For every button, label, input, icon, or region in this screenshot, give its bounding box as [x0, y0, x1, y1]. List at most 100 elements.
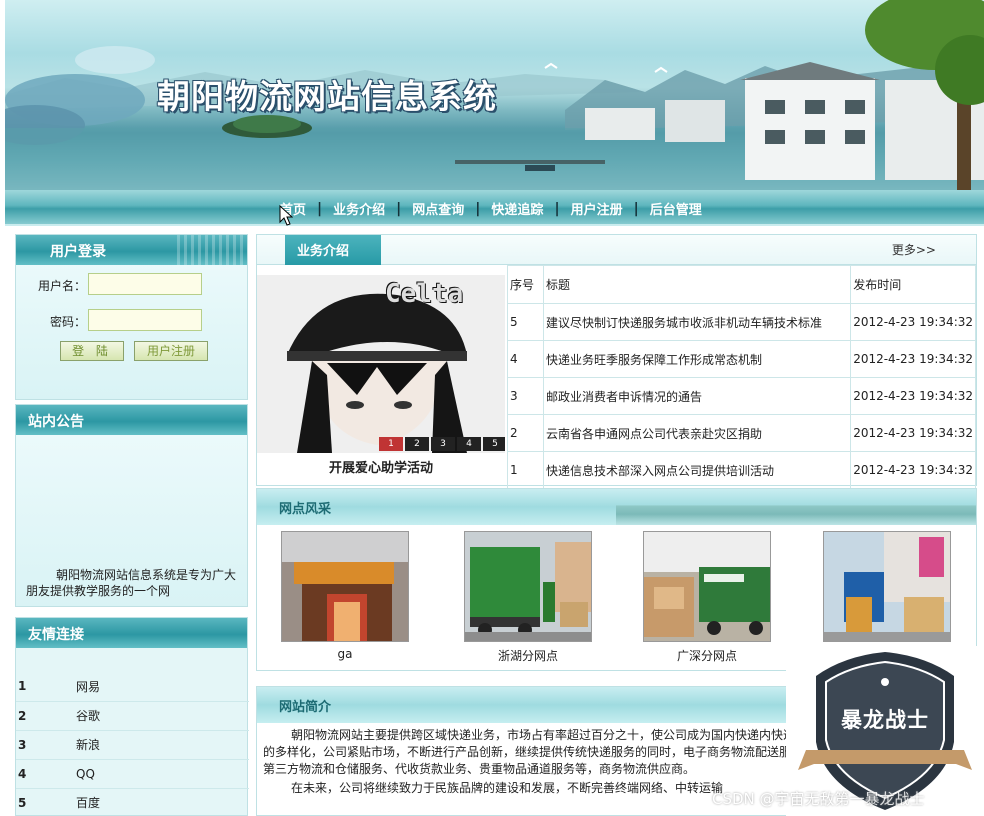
link-number: 1 — [16, 672, 76, 702]
table-header-row: 序号 标题 发布时间 — [507, 265, 976, 304]
slideshow-page-button[interactable]: 2 — [405, 437, 429, 451]
nav-separator: | — [396, 200, 402, 217]
list-item: 2 谷歌 — [16, 701, 249, 731]
link-number: 4 — [16, 759, 76, 789]
friend-link[interactable]: 谷歌 — [76, 709, 100, 723]
watermark-text: CSDN @宇宙无敌第一暴龙战士 — [712, 790, 925, 808]
nav-separator: | — [475, 200, 481, 217]
header-decoration — [616, 489, 976, 525]
table-row: 3 邮政业消费者申诉情况的通告 2012-4-23 19:34:32 — [507, 377, 976, 415]
branch-name[interactable]: 浙湖分网点 — [464, 647, 592, 664]
branch-name[interactable]: ga — [281, 647, 409, 661]
news-title-link[interactable]: 邮政业消费者申诉情况的通告 — [542, 377, 852, 415]
intro-paragraph: 朝阳物流网站主要提供跨区域快递业务，市场占有率超过百分之十，使公司成为国内快递内… — [263, 728, 820, 776]
friend-link[interactable]: QQ — [76, 767, 95, 781]
list-item: 5 百度 — [16, 788, 249, 816]
slideshow-page-button[interactable]: 1 — [379, 437, 403, 451]
row-number: 4 — [507, 340, 544, 378]
row-date: 2012-4-23 19:34:32 — [850, 377, 976, 415]
friend-links-title: 友情连接 — [28, 627, 84, 643]
slideshow-caption[interactable]: 开展爱心助学活动 — [257, 457, 505, 476]
site-banner: 朝阳物流网站信息系统 — [5, 0, 984, 190]
friend-link[interactable]: 百度 — [76, 796, 100, 810]
nav-admin[interactable]: 后台管理 — [643, 199, 709, 218]
news-title-link[interactable]: 云南省各申通网点公司代表亲赴灾区捐助 — [542, 414, 852, 452]
news-title-link[interactable]: 快递信息技术部深入网点公司提供培训活动 — [542, 451, 852, 489]
slideshow-page-button[interactable]: 4 — [457, 437, 481, 451]
branch-card[interactable]: ga — [281, 531, 409, 661]
slideshow-pager: 1 2 3 4 5 — [377, 437, 505, 451]
branch-photo[interactable] — [464, 531, 592, 642]
link-number: 2 — [16, 701, 76, 731]
notice-box-header: 站内公告 — [16, 405, 247, 435]
row-date: 2012-4-23 19:34:32 — [850, 414, 976, 452]
link-number: 5 — [16, 788, 76, 816]
branch-photo[interactable] — [281, 531, 409, 642]
branch-photo-illustration — [644, 532, 770, 641]
news-title-link[interactable]: 建议尽快制订快递服务城市收派非机动车辆技术标准 — [542, 303, 852, 341]
branch-card[interactable]: 浙湖分网点 — [464, 531, 592, 664]
notice-box-title: 站内公告 — [28, 414, 84, 430]
branch-card[interactable]: 广深分网点 — [643, 531, 771, 664]
row-date: 2012-4-23 19:34:32 — [850, 451, 976, 489]
login-box-header: 用户登录 — [16, 235, 247, 265]
branch-photo[interactable] — [823, 531, 951, 642]
column-header: 标题 — [542, 265, 852, 304]
slideshow-image[interactable]: Celta 1 2 3 4 5 — [257, 275, 505, 453]
username-row: 用户名： — [16, 273, 249, 297]
list-item: 1 网易 — [16, 672, 249, 702]
nav-tracking[interactable]: 快递追踪 — [484, 199, 550, 218]
notice-text: 朝阳物流网站信息系统是专为广大朋友提供教学服务的一个网 — [26, 568, 237, 598]
table-row: 4 快递业务旺季服务保障工作形成常态机制 2012-4-23 19:34:32 — [507, 340, 976, 378]
friend-links-header: 友情连接 — [16, 618, 247, 648]
password-label: 密码： — [49, 315, 86, 329]
list-item: 4 QQ — [16, 759, 249, 789]
login-box: 用户登录 用户名： 密码： 登 陆 用户注册 — [15, 234, 248, 400]
register-button[interactable]: 用户注册 — [134, 341, 208, 361]
mouse-cursor-icon — [279, 205, 293, 226]
table-row: 1 快递信息技术部深入网点公司提供培训活动 2012-4-23 19:34:32 — [507, 451, 976, 489]
row-number: 1 — [507, 451, 544, 489]
row-number: 3 — [507, 377, 544, 415]
nav-separator: | — [317, 200, 323, 217]
branch-photo-illustration — [824, 532, 950, 641]
row-date: 2012-4-23 19:34:32 — [850, 340, 976, 378]
slideshow-illustration — [257, 275, 505, 453]
notice-box: 站内公告 朝阳物流网站信息系统是专为广大朋友提供教学服务的一个网 — [15, 404, 248, 607]
watermark-badge-text: 暴龙战士 — [841, 708, 929, 732]
username-label: 用户名： — [37, 279, 86, 293]
intro-text: 朝阳物流网站主要提供跨区域快递业务，市场占有率超过百分之十，使公司成为国内快递内… — [263, 727, 823, 797]
header-decoration — [177, 235, 247, 265]
password-input[interactable] — [88, 309, 202, 331]
nav-register[interactable]: 用户注册 — [564, 199, 630, 218]
branch-name[interactable]: 广深分网点 — [643, 647, 771, 664]
username-input[interactable] — [88, 273, 202, 295]
login-button[interactable]: 登 陆 — [60, 341, 124, 361]
slideshow-page-button[interactable]: 3 — [431, 437, 455, 451]
nav-branch-query[interactable]: 网点查询 — [405, 199, 471, 218]
main-nav: 首页 | 业务介绍 | 网点查询 | 快递追踪 | 用户注册 | 后台管理 — [5, 190, 984, 226]
news-title-link[interactable]: 快递业务旺季服务保障工作形成常态机制 — [542, 340, 852, 378]
branch-photo[interactable] — [643, 531, 771, 642]
branches-panel: 网点风采 ga 浙湖分网点 广深分网点 — [256, 488, 977, 671]
business-panel-header: 业务介绍 更多>> — [257, 235, 976, 265]
branches-header: 网点风采 — [257, 489, 976, 525]
table-row: 2 云南省各申通网点公司代表亲赴灾区捐助 2012-4-23 19:34:32 — [507, 414, 976, 452]
password-row: 密码： — [16, 309, 249, 333]
branch-card[interactable] — [823, 531, 951, 647]
news-table: 序号 标题 发布时间 5 建议尽快制订快递服务城市收派非机动车辆技术标准 201… — [507, 265, 976, 489]
nav-separator: | — [633, 200, 639, 217]
site-title: 朝阳物流网站信息系统 — [157, 77, 497, 116]
link-number: 3 — [16, 730, 76, 760]
tab-business[interactable]: 业务介绍 — [285, 235, 381, 265]
friend-links-box: 友情连接 1 网易 2 谷歌 3 新浪 4 QQ 5 百度 — [15, 617, 249, 816]
friend-link[interactable]: 新浪 — [76, 738, 100, 752]
list-item: 3 新浪 — [16, 730, 249, 760]
column-header: 序号 — [507, 265, 544, 304]
nav-business[interactable]: 业务介绍 — [326, 199, 392, 218]
login-box-title: 用户登录 — [50, 244, 106, 260]
more-link[interactable]: 更多>> — [892, 241, 936, 258]
business-panel: 业务介绍 更多>> Celta 1 2 3 4 5 开展爱心助学活动 序号 标题 — [256, 234, 977, 489]
friend-link[interactable]: 网易 — [76, 680, 100, 694]
slideshow-page-button[interactable]: 5 — [483, 437, 505, 451]
